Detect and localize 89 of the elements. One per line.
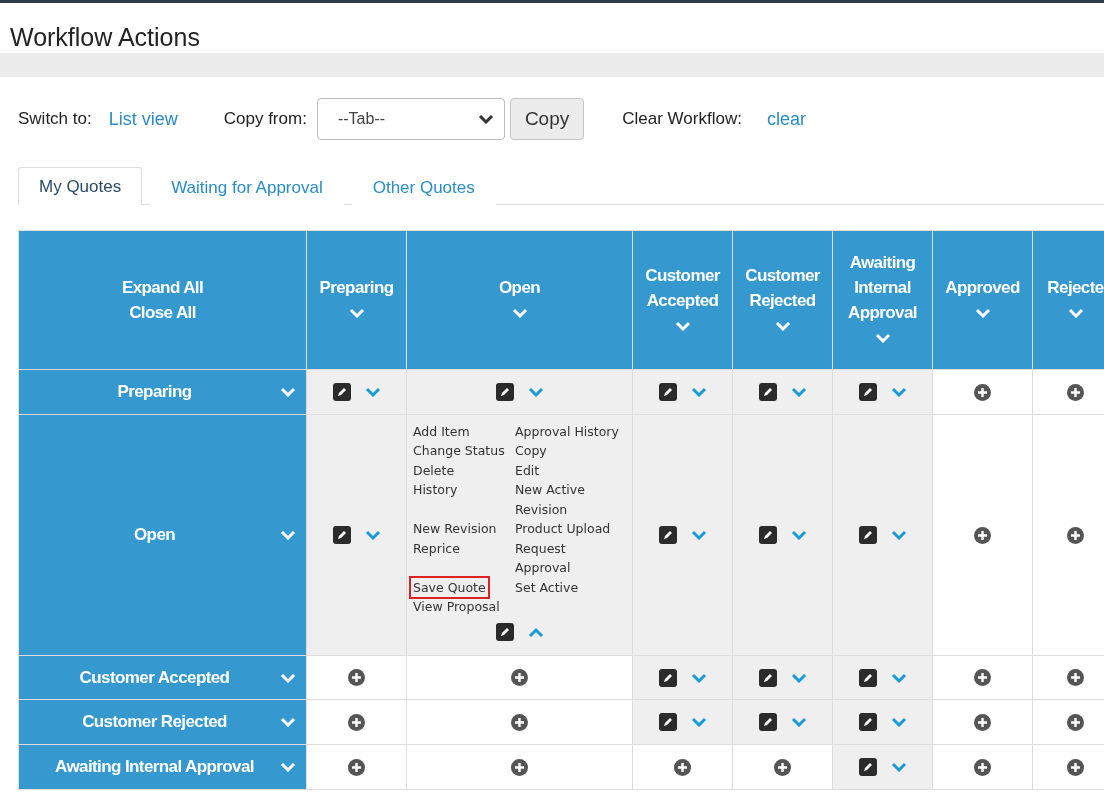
- column-title: Preparing: [318, 277, 395, 299]
- chevron-up-icon[interactable]: [527, 626, 544, 637]
- add-icon[interactable]: [974, 713, 991, 731]
- add-icon[interactable]: [348, 758, 365, 776]
- pencil-icon[interactable]: [658, 526, 677, 544]
- chevron-down-icon[interactable]: [890, 530, 907, 540]
- row-title: Customer Accepted: [78, 667, 231, 688]
- column-title: Open: [497, 277, 541, 299]
- action-link[interactable]: Request Approval: [513, 538, 623, 578]
- column-title: Approved: [944, 277, 1021, 299]
- chevron-down-icon[interactable]: [890, 762, 907, 772]
- row-title: Open: [132, 525, 176, 545]
- pencil-icon[interactable]: [332, 383, 351, 401]
- copy-from-label: Copy from:: [223, 109, 307, 129]
- chevron-down-icon[interactable]: [364, 530, 381, 540]
- add-icon[interactable]: [1067, 383, 1084, 401]
- clear-link[interactable]: clear: [766, 108, 806, 130]
- pencil-icon[interactable]: [658, 668, 677, 687]
- pencil-icon[interactable]: [758, 383, 777, 401]
- chevron-down-icon[interactable]: [690, 672, 707, 683]
- add-icon[interactable]: [511, 713, 528, 731]
- column-title: Rejecte: [1046, 277, 1104, 299]
- action-link[interactable]: New Active Revision: [513, 480, 623, 519]
- chevron-down-icon[interactable]: [890, 672, 907, 683]
- add-icon[interactable]: [511, 669, 528, 686]
- chevron-down-icon[interactable]: [690, 717, 707, 727]
- add-icon[interactable]: [1067, 758, 1084, 776]
- pencil-icon[interactable]: [858, 713, 877, 731]
- add-icon[interactable]: [674, 758, 691, 776]
- add-icon[interactable]: [974, 669, 991, 686]
- chevron-down-icon[interactable]: [364, 387, 381, 397]
- action-link[interactable]: Approval History: [513, 421, 621, 441]
- action-link[interactable]: New Revision: [411, 519, 499, 539]
- tab-select[interactable]: --Tab--: [316, 98, 505, 140]
- pencil-icon[interactable]: [658, 713, 677, 731]
- row-title: Customer Rejected: [81, 712, 228, 732]
- action-link[interactable]: Set Active: [513, 577, 581, 597]
- row-title: Preparing: [116, 382, 193, 402]
- chevron-down-icon[interactable]: [790, 717, 807, 727]
- action-link[interactable]: Delete: [411, 460, 457, 480]
- chevron-down-icon[interactable]: [690, 530, 707, 540]
- chevron-down-icon[interactable]: [790, 672, 807, 683]
- add-icon[interactable]: [1067, 526, 1084, 544]
- action-link[interactable]: View Proposal: [411, 597, 502, 617]
- column-title: Awaiting Internal Approval: [847, 252, 918, 324]
- action-link[interactable]: Reprice: [411, 538, 462, 578]
- action-link[interactable]: Edit: [513, 460, 542, 480]
- pencil-icon[interactable]: [758, 668, 777, 687]
- action-link[interactable]: Save Quote: [411, 577, 488, 597]
- pencil-icon[interactable]: [858, 383, 877, 401]
- list-view-link[interactable]: List view: [108, 108, 178, 130]
- pencil-icon[interactable]: [495, 383, 514, 401]
- action-link[interactable]: History: [411, 480, 460, 519]
- chevron-down-icon[interactable]: [527, 387, 544, 397]
- page-title: Workflow Actions: [10, 23, 201, 52]
- add-icon[interactable]: [974, 526, 991, 544]
- action-link[interactable]: Product Upload: [513, 519, 613, 539]
- row-title: Awaiting Internal Approval: [54, 757, 255, 777]
- add-icon[interactable]: [974, 383, 991, 401]
- column-title: Customer Rejected: [744, 264, 821, 312]
- chevron-down-icon[interactable]: [790, 530, 807, 540]
- add-icon[interactable]: [348, 669, 365, 686]
- chevron-down-icon[interactable]: [690, 387, 707, 397]
- switch-label: Switch to:: [18, 109, 92, 129]
- pencil-icon[interactable]: [858, 526, 877, 544]
- pencil-icon[interactable]: [658, 383, 677, 401]
- add-icon[interactable]: [974, 758, 991, 776]
- action-link[interactable]: Copy: [513, 441, 549, 461]
- clear-workflow-label: Clear Workflow:: [622, 109, 742, 129]
- add-icon[interactable]: [774, 758, 791, 776]
- pencil-icon[interactable]: [495, 622, 514, 641]
- pencil-icon[interactable]: [758, 713, 777, 731]
- pencil-icon[interactable]: [332, 526, 351, 544]
- add-icon[interactable]: [1067, 669, 1084, 686]
- chevron-down-icon[interactable]: [890, 387, 907, 397]
- action-link[interactable]: Add Item: [411, 421, 472, 441]
- pencil-icon[interactable]: [858, 668, 877, 687]
- pencil-icon[interactable]: [858, 758, 877, 776]
- chevron-down-icon[interactable]: [790, 387, 807, 397]
- copy-button[interactable]: Copy: [509, 98, 585, 140]
- action-link[interactable]: Change Status: [411, 441, 507, 461]
- caret-icon[interactable]: [477, 114, 494, 124]
- add-icon[interactable]: [511, 758, 528, 776]
- chevron-down-icon[interactable]: [890, 717, 907, 727]
- pencil-icon[interactable]: [758, 526, 777, 544]
- column-title: Customer Accepted: [644, 264, 721, 312]
- tab[interactable]: My Quotes: [18, 167, 143, 205]
- add-icon[interactable]: [1067, 713, 1084, 731]
- add-icon[interactable]: [348, 713, 365, 731]
